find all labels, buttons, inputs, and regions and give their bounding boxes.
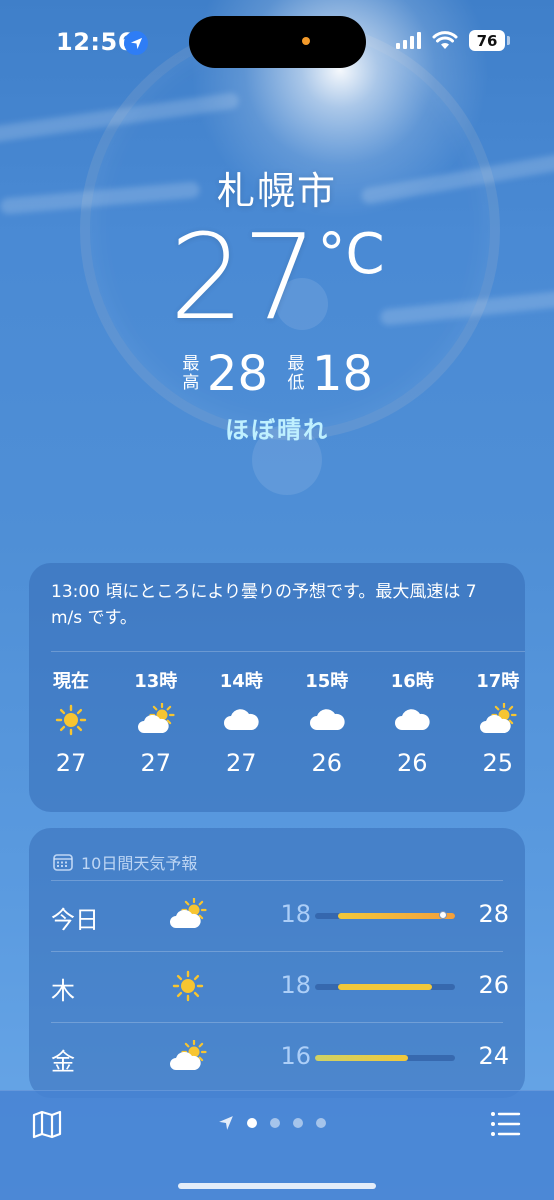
high-low-temperature: 最高 28 最低 18: [0, 346, 554, 402]
hour-label: 17時: [476, 671, 520, 692]
hour-temperature: 27: [140, 749, 172, 777]
hourly-forecast-card[interactable]: 13:00 頃にところにより曇りの予想です。最大風速は 7 m/s です。 現在…: [29, 563, 525, 812]
low-label: 最低: [287, 354, 305, 393]
page-dot[interactable]: [270, 1118, 280, 1128]
temperature-unit: °C: [317, 222, 385, 287]
day-name: 今日: [51, 906, 99, 934]
high-label: 最高: [182, 354, 200, 393]
hourly-list[interactable]: 現在 27 13時 27 14時 27 15時 26 16時 26 17時 25: [29, 667, 525, 783]
hour-temperature: 25: [482, 749, 514, 777]
day-high-temperature: 28: [478, 900, 509, 928]
page-dot[interactable]: [316, 1118, 326, 1128]
day-high-temperature: 24: [478, 1042, 509, 1070]
day-low-temperature: 18: [280, 971, 311, 999]
list-icon[interactable]: [488, 1107, 522, 1141]
divider: [51, 880, 503, 881]
day-high-temperature: 26: [478, 971, 509, 999]
hour-temperature: 27: [225, 749, 257, 777]
hour-label: 14時: [219, 671, 263, 692]
day-low-temperature: 16: [280, 1042, 311, 1070]
partly-cloudy-icon: [113, 697, 199, 743]
wifi-icon: [432, 31, 458, 49]
temperature-range-fill: [315, 1055, 409, 1061]
map-icon[interactable]: [30, 1107, 64, 1141]
temperature-range-bar: [315, 911, 455, 919]
hour-label: 13時: [134, 671, 178, 692]
daily-row[interactable]: 今日 18 28: [29, 880, 525, 950]
battery-level: 76: [476, 31, 498, 50]
battery-cap: [507, 36, 510, 45]
hour-label: 16時: [390, 671, 434, 692]
page-indicator[interactable]: [218, 1115, 326, 1131]
cloud-icon: [284, 697, 370, 743]
temperature-range-bar: [315, 984, 455, 990]
cellular-signal-icon: [396, 31, 421, 49]
current-temperature: 27°C: [0, 212, 554, 342]
day-name: 金: [51, 1048, 75, 1076]
temperature-value: 27: [169, 208, 317, 346]
battery-icon: 76: [469, 30, 505, 51]
privacy-indicator-icon: [302, 37, 310, 45]
location-arrow-icon: [124, 31, 148, 55]
cloud-icon: [370, 697, 456, 743]
weather-condition: ほぼ晴れ: [225, 416, 329, 444]
current-location-icon[interactable]: [218, 1115, 234, 1131]
daily-row[interactable]: 木 18 26: [29, 951, 525, 1021]
partly-cloudy-icon: [165, 1034, 211, 1080]
hour-item: 13時 27: [113, 667, 199, 783]
partly-cloudy-icon: [455, 697, 541, 743]
daily-forecast-card[interactable]: 10日間天気予報 今日 18 28 木 18 26 金 16 24: [29, 828, 525, 1098]
daily-row[interactable]: 金 16 24: [29, 1022, 525, 1092]
home-indicator[interactable]: [178, 1183, 376, 1189]
hour-item: 15時 26: [284, 667, 370, 783]
cloud-icon: [199, 697, 285, 743]
hour-temperature: 26: [396, 749, 428, 777]
hour-item: 17時 25: [455, 667, 541, 783]
sun-icon: [29, 697, 113, 743]
hour-item: 14時 27: [199, 667, 285, 783]
city-name: 札幌市: [216, 169, 337, 213]
calendar-icon: [53, 854, 73, 871]
daily-forecast-title: 10日間天気予報: [81, 854, 198, 873]
sun-icon: [165, 963, 211, 1009]
temperature-range-bar: [315, 1055, 455, 1061]
low-temperature: 18: [312, 346, 374, 402]
page-dot[interactable]: [293, 1118, 303, 1128]
hour-label: 現在: [53, 671, 89, 692]
divider: [51, 651, 525, 652]
status-bar: 12:56 76: [0, 0, 554, 80]
hour-item: 16時 26: [370, 667, 456, 783]
high-temperature: 28: [206, 346, 268, 402]
page-dot[interactable]: [247, 1118, 257, 1128]
hour-item: 現在 27: [29, 667, 113, 783]
bottom-toolbar: [0, 1090, 554, 1200]
dynamic-island: [189, 16, 366, 68]
divider: [51, 1022, 503, 1023]
day-low-temperature: 18: [280, 900, 311, 928]
hour-temperature: 26: [311, 749, 343, 777]
divider: [51, 951, 503, 952]
forecast-summary: 13:00 頃にところにより曇りの予想です。最大風速は 7 m/s です。: [51, 582, 477, 628]
hour-label: 15時: [305, 671, 349, 692]
day-name: 木: [51, 977, 75, 1005]
partly-cloudy-icon: [165, 892, 211, 938]
temperature-range-fill: [338, 913, 455, 919]
hour-temperature: 27: [55, 749, 87, 777]
temperature-range-fill: [338, 984, 432, 990]
daily-forecast-header: 10日間天気予報: [29, 828, 525, 880]
